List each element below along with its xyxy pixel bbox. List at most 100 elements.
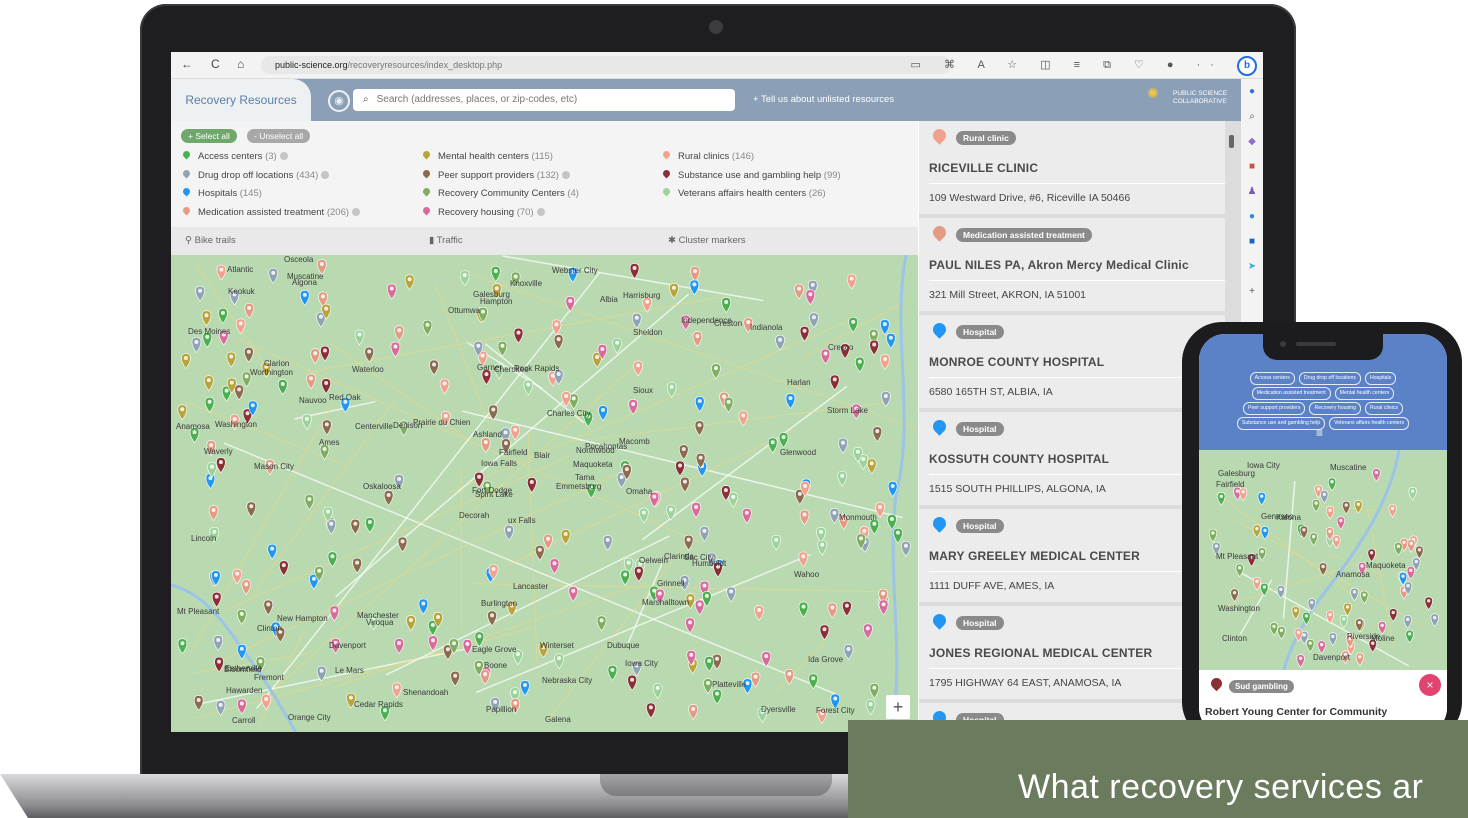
result-name[interactable]: MARY GREELEY MEDICAL CENTER <box>929 549 1140 563</box>
map-pin-marker[interactable] <box>809 312 819 329</box>
map-pin-marker[interactable] <box>712 688 722 705</box>
map-pin-marker[interactable] <box>480 669 490 686</box>
map-pin-marker[interactable] <box>490 266 501 283</box>
map-pin-marker[interactable] <box>798 551 809 568</box>
result-card[interactable]: Medication assisted treatment PAUL NILES … <box>919 218 1229 314</box>
map-pin-marker[interactable] <box>721 297 731 313</box>
map-pin-marker[interactable] <box>365 517 375 533</box>
reload-icon[interactable]: C <box>211 57 220 71</box>
map-pin-marker[interactable] <box>1257 492 1266 506</box>
map-pin-marker[interactable] <box>880 319 890 336</box>
filter-item-7[interactable]: Recovery housing (70) <box>421 205 545 218</box>
result-name[interactable]: RICEVILLE CLINIC <box>929 161 1038 175</box>
map-pin-marker[interactable] <box>634 565 644 582</box>
result-name[interactable]: JONES REGIONAL MEDICAL CENTER <box>929 646 1152 660</box>
people-icon[interactable]: ♟ <box>1241 179 1263 204</box>
map-pin-marker[interactable] <box>827 602 838 619</box>
map-pin-marker[interactable] <box>878 599 889 616</box>
map-pin-marker[interactable] <box>817 539 828 556</box>
map-pin-marker[interactable] <box>690 266 700 283</box>
map-pin-marker[interactable] <box>216 264 227 281</box>
map-pin-marker[interactable] <box>1406 566 1415 580</box>
map-pin-marker[interactable] <box>218 308 228 324</box>
map-pin-marker[interactable] <box>794 283 804 300</box>
map-pin-marker[interactable] <box>226 351 237 368</box>
map-pin-marker[interactable] <box>193 695 204 711</box>
map-pin-marker[interactable] <box>383 490 394 506</box>
map-pin-marker[interactable] <box>704 656 715 672</box>
map-pin-marker[interactable] <box>901 540 911 557</box>
map-pin-marker[interactable] <box>620 569 630 586</box>
map-pin-marker[interactable] <box>216 457 226 474</box>
phone-map[interactable]: Anamosa Maquoketa Clinton Iowa City Kalona Ri… <box>1199 450 1447 670</box>
map-pin-marker[interactable] <box>213 635 224 651</box>
map-pin-marker[interactable] <box>1257 547 1267 561</box>
map-pin-marker[interactable] <box>1415 545 1424 560</box>
map-pin-marker[interactable] <box>887 514 897 530</box>
map-pin-marker[interactable] <box>352 557 362 574</box>
map-pin-marker[interactable] <box>881 391 891 408</box>
map-pin-marker[interactable] <box>177 404 188 421</box>
map-pin-marker[interactable] <box>728 492 739 508</box>
map-pin-marker[interactable] <box>1354 500 1363 514</box>
map-pin-marker[interactable] <box>543 533 553 550</box>
map-pin-marker[interactable] <box>549 558 560 575</box>
toolbox-icon[interactable]: ■ <box>1241 154 1263 179</box>
tell-us-link[interactable]: + Tell us about unlisted resources <box>753 79 894 121</box>
filter-item-9[interactable]: Substance use and gambling help (99) <box>661 168 841 181</box>
map-pin-marker[interactable] <box>666 504 676 521</box>
map-pin-marker[interactable] <box>691 502 701 518</box>
result-name[interactable]: PAUL NILES PA, Akron Mercy Medical Clini… <box>929 258 1189 272</box>
map-pin-marker[interactable] <box>1424 596 1433 611</box>
map-pin-marker[interactable] <box>237 644 247 660</box>
map-pin-marker[interactable] <box>565 296 576 312</box>
map-pin-marker[interactable] <box>1217 492 1226 506</box>
map-pin-marker[interactable] <box>191 337 202 354</box>
map-pin-marker[interactable] <box>1343 602 1352 617</box>
map-pin-marker[interactable] <box>1230 588 1239 603</box>
map-pin-marker[interactable] <box>1350 587 1359 602</box>
map-pin-marker[interactable] <box>767 437 778 454</box>
map-pin-marker[interactable] <box>277 379 288 395</box>
map-pin-marker[interactable] <box>397 536 408 553</box>
map-pin-marker[interactable] <box>1405 629 1414 644</box>
map-pin-marker[interactable] <box>837 470 848 487</box>
address-bar[interactable]: public-science.org/recoveryresources/ind… <box>261 56 951 74</box>
map-pin-marker[interactable] <box>1332 535 1341 549</box>
map-pin-marker[interactable] <box>1325 506 1335 520</box>
map-pin-marker[interactable] <box>842 600 852 617</box>
map-pin-marker[interactable] <box>1389 608 1398 622</box>
map-pin-marker[interactable] <box>1235 563 1244 578</box>
map-pin-marker[interactable] <box>1291 606 1300 620</box>
map-pin-marker[interactable] <box>1355 652 1364 667</box>
send-icon[interactable]: ➤ <box>1241 254 1263 279</box>
map-pin-marker[interactable] <box>300 290 310 306</box>
map-pin-marker[interactable] <box>694 599 705 616</box>
map-pin-marker[interactable] <box>267 543 277 560</box>
map-pin-marker[interactable] <box>208 505 219 522</box>
map-pin-marker[interactable] <box>869 682 880 699</box>
map-pin-marker[interactable] <box>798 601 809 618</box>
map-pin-marker[interactable] <box>596 615 607 632</box>
filter-item-3[interactable]: Medication assisted treatment (206) <box>181 205 361 218</box>
map-pin-marker[interactable] <box>428 635 438 652</box>
map-pin-marker[interactable] <box>246 501 257 518</box>
map-pin-marker[interactable] <box>742 507 752 524</box>
map-pin-marker[interactable] <box>510 424 521 441</box>
map-pin-marker[interactable] <box>1394 542 1403 556</box>
map-pin-marker[interactable] <box>422 319 433 336</box>
zoom-in-button[interactable]: + <box>886 695 910 719</box>
map-pin-marker[interactable] <box>237 698 247 715</box>
map-pin-marker[interactable] <box>474 471 484 488</box>
search-side-icon[interactable]: ⌕ <box>1241 104 1263 129</box>
map-canvas[interactable] <box>171 255 918 732</box>
map-pin-marker[interactable] <box>211 591 222 608</box>
map-pin-marker[interactable] <box>439 378 450 395</box>
map-pin-marker[interactable] <box>304 494 315 511</box>
map-pin-marker[interactable] <box>886 332 896 349</box>
map-pin-marker[interactable] <box>685 617 695 634</box>
map-pin-marker[interactable] <box>699 526 710 542</box>
phone-filter-chip[interactable]: Veterans affairs health centers <box>1329 417 1410 430</box>
map-pin-marker[interactable] <box>646 702 656 719</box>
map-pin-marker[interactable] <box>391 682 402 699</box>
